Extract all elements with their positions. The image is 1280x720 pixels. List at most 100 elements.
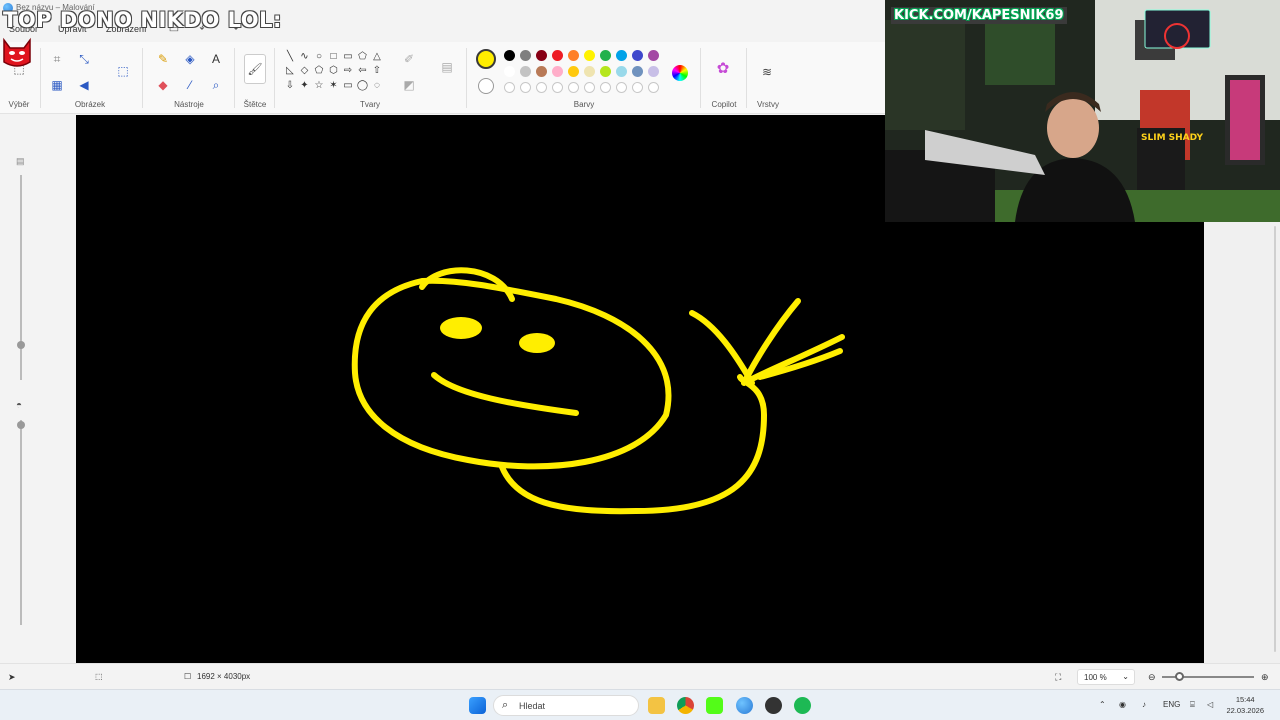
flip-icon[interactable]: ▦ (48, 76, 66, 94)
shape-tool-icon[interactable]: ⬠ (313, 65, 325, 77)
opacity-slider-track[interactable] (20, 420, 22, 625)
shape-tool-icon[interactable]: ⬡ (328, 65, 340, 77)
color-swatch[interactable] (552, 66, 563, 77)
shape-tool-icon[interactable]: ▭ (342, 50, 354, 62)
zoom-select[interactable]: 100 % ⌄ (1077, 669, 1135, 685)
color-swatch[interactable] (616, 50, 627, 61)
shape-tool-icon[interactable]: □ (328, 50, 340, 62)
shape-tool-icon[interactable]: ⇨ (342, 65, 354, 77)
color-swatch[interactable] (600, 66, 611, 77)
size-icon[interactable]: ▤ (438, 58, 456, 76)
color-swatch[interactable] (632, 50, 643, 61)
crop-icon[interactable]: ⌗ (48, 50, 66, 68)
color-swatch[interactable] (632, 66, 643, 77)
custom-color-slot[interactable] (536, 82, 547, 93)
text-icon[interactable]: A (207, 50, 225, 68)
color-swatch[interactable] (504, 66, 515, 77)
color-swatch[interactable] (648, 66, 659, 77)
custom-color-slot[interactable] (568, 82, 579, 93)
fill-icon[interactable]: ◩ (400, 76, 418, 94)
tray-chevron-icon[interactable]: ⌃ (1099, 700, 1106, 709)
custom-color-slot[interactable] (520, 82, 531, 93)
shape-tool-icon[interactable]: ✦ (299, 79, 311, 91)
file-explorer-icon[interactable] (648, 697, 665, 714)
volume-icon[interactable]: ◁ (1207, 700, 1213, 709)
shape-tool-icon[interactable]: ⇧ (371, 65, 383, 77)
color-picker-icon[interactable]: ⁄ (181, 76, 199, 94)
resize-icon[interactable]: ⤡ (75, 50, 93, 68)
color-swatch[interactable] (600, 50, 611, 61)
color-swatch[interactable] (616, 66, 627, 77)
zoom-in-icon[interactable]: ⊕ (1261, 672, 1269, 683)
fit-to-window-icon[interactable]: ⛶ (1055, 672, 1061, 683)
shape-tool-icon[interactable]: ╲ (284, 50, 296, 62)
zoom-out-icon[interactable]: ⊖ (1148, 672, 1156, 683)
paint-taskbar-icon[interactable] (736, 697, 753, 714)
color-swatch[interactable] (504, 50, 515, 61)
shape-tool-icon[interactable]: ▭ (342, 79, 354, 91)
color-swatch[interactable] (584, 50, 595, 61)
network-icon[interactable]: ⌸ (1190, 700, 1195, 710)
custom-color-slot[interactable] (632, 82, 643, 93)
shape-tool-icon[interactable]: △ (371, 50, 383, 62)
outline-icon[interactable]: ✐ (400, 50, 418, 68)
size-slider-knob[interactable] (17, 341, 25, 349)
language-indicator[interactable]: ENG (1163, 700, 1180, 709)
shape-tool-icon[interactable]: ◯ (357, 79, 369, 91)
layers-icon[interactable]: ≋ (758, 63, 776, 81)
windows-start-icon[interactable] (469, 697, 486, 714)
color-swatch[interactable] (568, 66, 579, 77)
color-swatch[interactable] (584, 66, 595, 77)
color-swatch[interactable] (552, 50, 563, 61)
custom-color-slot[interactable] (504, 82, 515, 93)
shape-tool-icon[interactable]: ◌ (371, 79, 383, 91)
color-swatch[interactable] (536, 50, 547, 61)
shape-tool-icon[interactable]: ⇩ (284, 79, 296, 91)
color-swatch[interactable] (520, 66, 531, 77)
custom-color-slot[interactable] (616, 82, 627, 93)
brush-icon[interactable]: 🖌 (244, 54, 266, 84)
custom-color-slot[interactable] (648, 82, 659, 93)
shape-tool-icon[interactable]: ☆ (313, 79, 325, 91)
shape-tool-icon[interactable]: ○ (313, 50, 325, 62)
taskbar-search[interactable]: ⌕ Hledat (493, 695, 639, 716)
shape-tool-icon[interactable]: ∿ (299, 50, 311, 62)
pencil-icon[interactable]: ✎ (154, 50, 172, 68)
opacity-slider-knob[interactable] (17, 421, 25, 429)
rotate-icon[interactable]: ◀ (75, 76, 93, 94)
edit-colors-icon[interactable] (672, 65, 688, 81)
color-swatch[interactable] (520, 50, 531, 61)
secondary-color-swatch[interactable] (478, 78, 494, 94)
size-large-icon: ▤ (16, 156, 25, 166)
spotify-icon[interactable] (794, 697, 811, 714)
fill-bucket-icon[interactable]: ◈ (181, 50, 199, 68)
image-select-icon[interactable]: ⬚ (114, 62, 132, 80)
zoom-slider-knob[interactable] (1175, 672, 1184, 681)
shape-tool-icon[interactable]: ✶ (328, 79, 340, 91)
tray-app-icon[interactable]: ◉ (1119, 700, 1126, 709)
copilot-icon[interactable]: ✿ (714, 59, 732, 77)
magnifier-icon[interactable]: ⌕ (207, 76, 225, 94)
color-swatch[interactable] (568, 50, 579, 61)
microphone-icon[interactable]: ♪ (1142, 700, 1146, 709)
color-swatch[interactable] (648, 50, 659, 61)
primary-color-swatch[interactable] (476, 49, 496, 69)
custom-color-slot[interactable] (552, 82, 563, 93)
kick-icon[interactable] (706, 697, 723, 714)
clock[interactable]: 15:44 22.03.2026 (1226, 694, 1264, 716)
eraser-icon[interactable]: ◆ (154, 76, 172, 94)
custom-color-slot[interactable] (600, 82, 611, 93)
chrome-icon[interactable] (677, 697, 694, 714)
scrollbar-thumb[interactable] (1274, 226, 1276, 652)
shape-tool-icon[interactable]: ⇦ (357, 65, 369, 77)
shape-tool-icon[interactable]: ⬠ (357, 50, 369, 62)
app-icon[interactable] (765, 697, 782, 714)
shape-tool-icon[interactable]: ◺ (284, 65, 296, 77)
vertical-scrollbar[interactable] (1272, 222, 1278, 660)
color-swatch[interactable] (536, 66, 547, 77)
shape-tool-icon[interactable]: ◇ (299, 65, 311, 77)
cursor-position-icon: ➤ (8, 672, 16, 682)
group-label-colors: Barvy (573, 100, 595, 109)
custom-color-slot[interactable] (584, 82, 595, 93)
size-slider-track[interactable] (20, 175, 22, 380)
